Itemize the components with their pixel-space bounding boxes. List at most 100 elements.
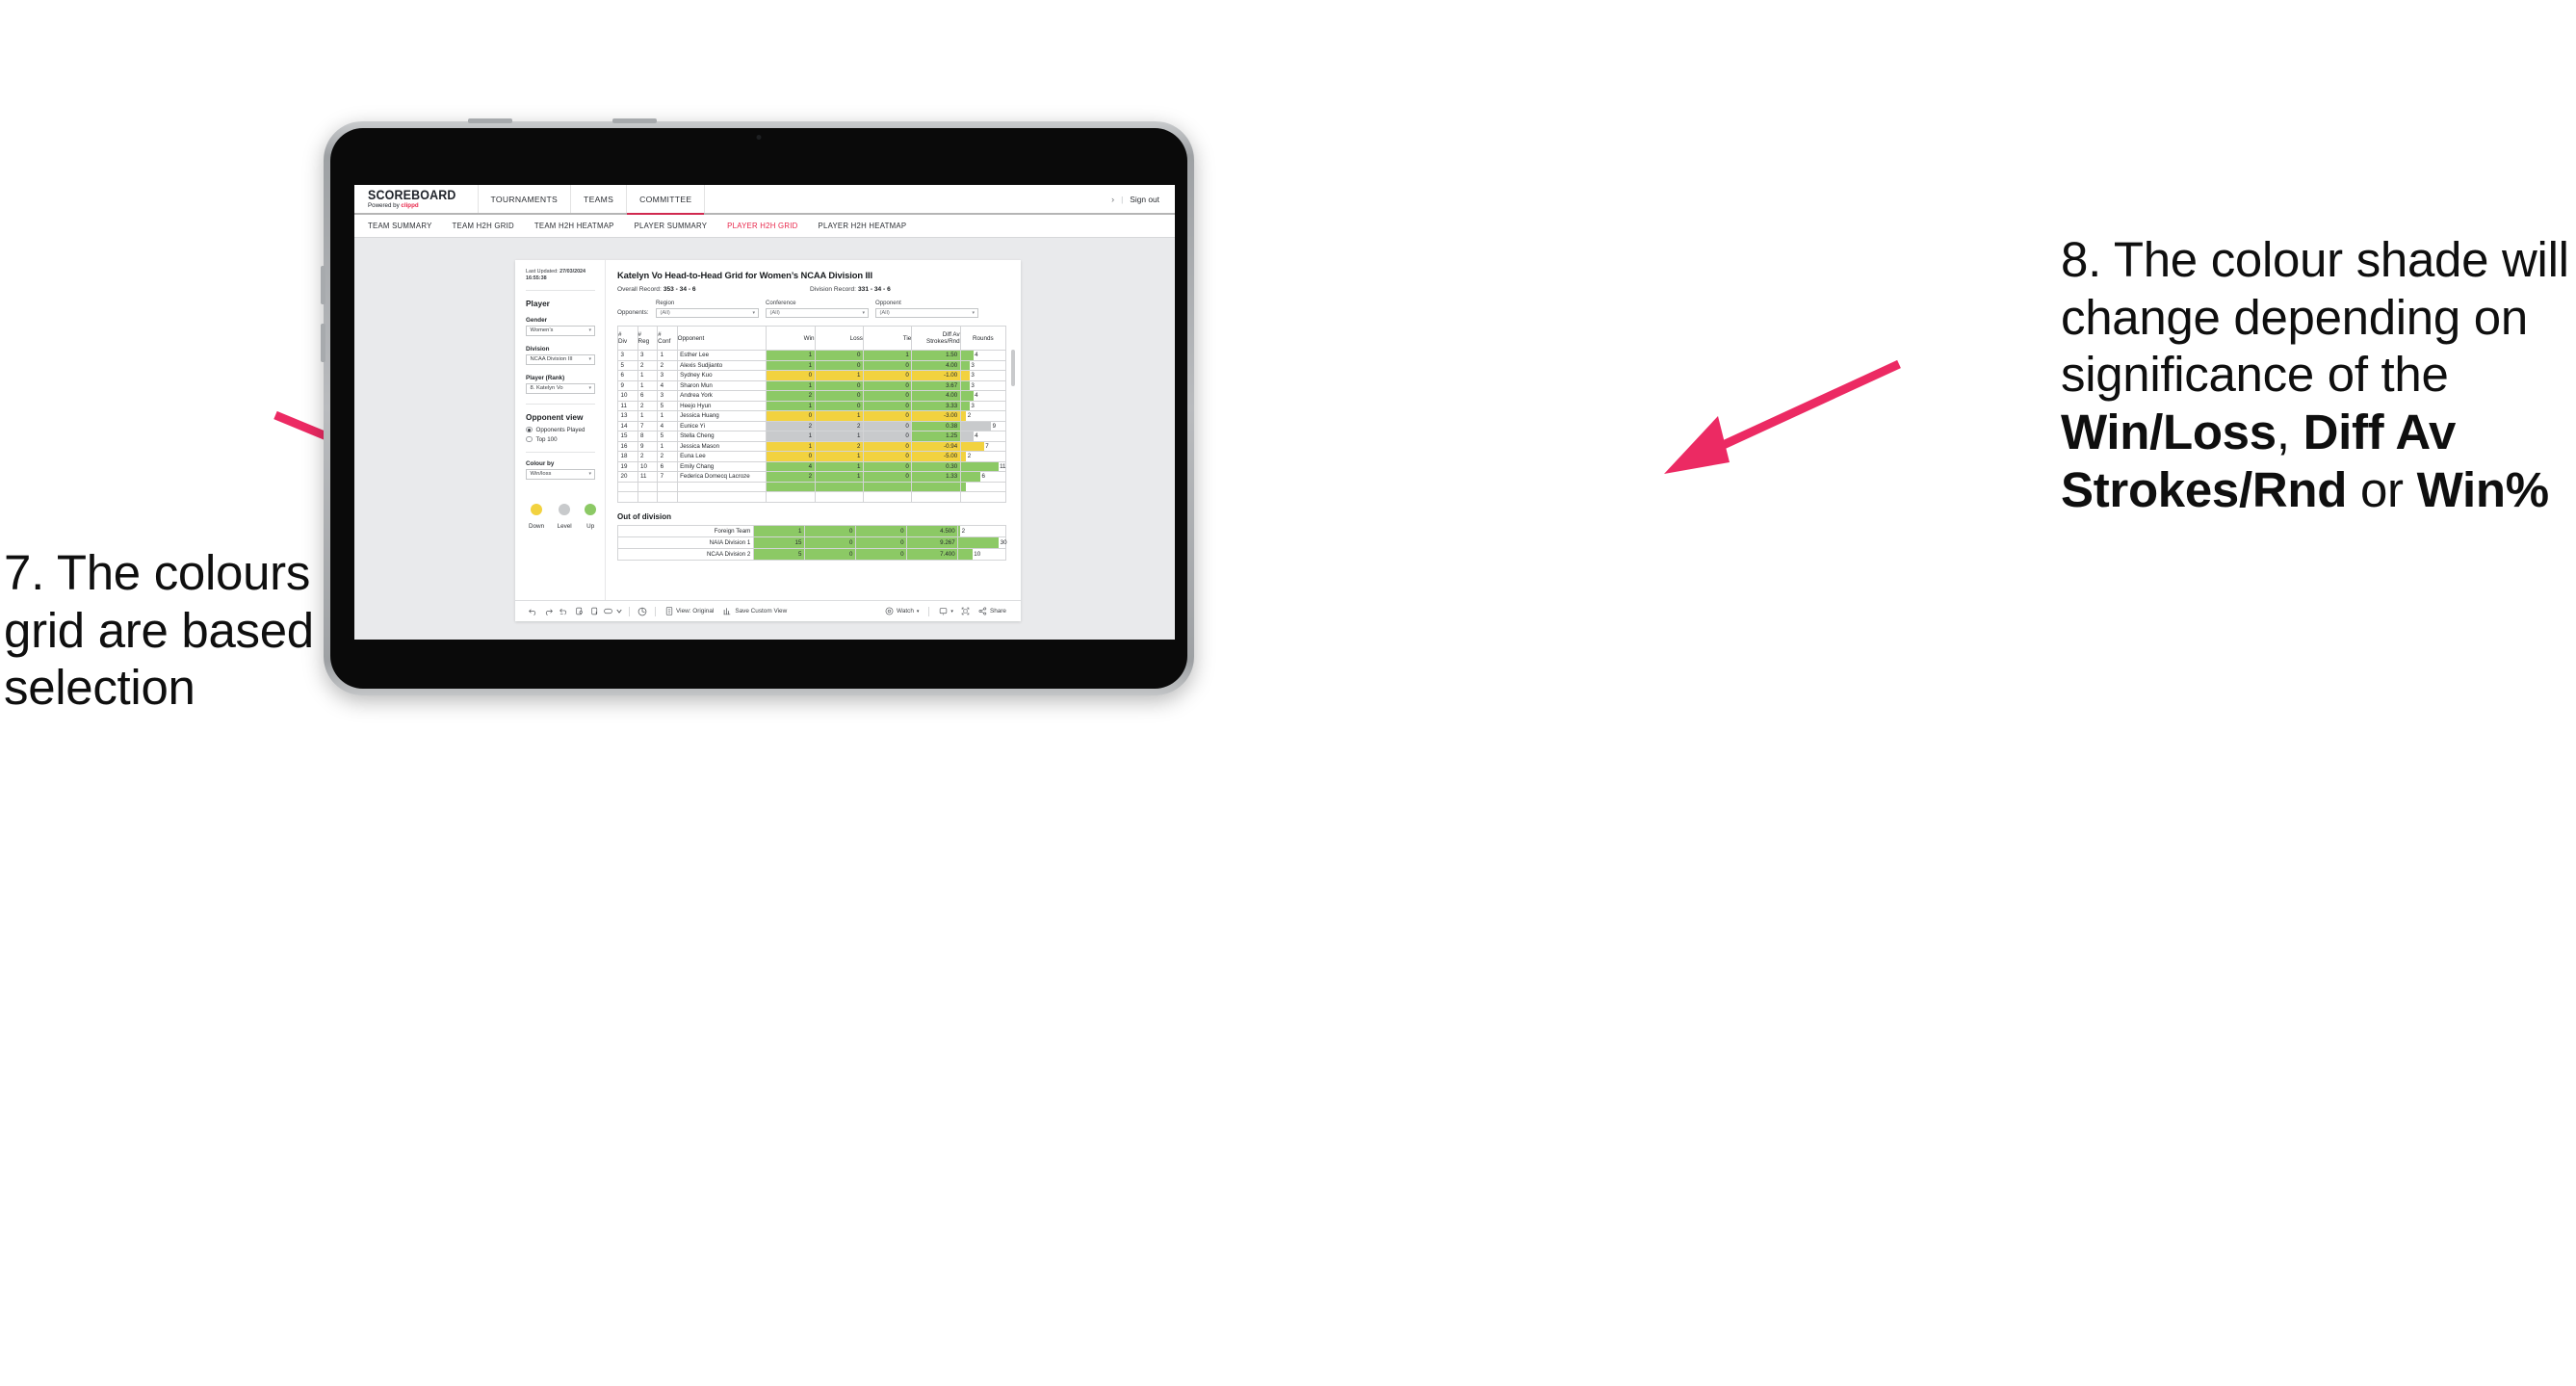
legend-label-level: Level xyxy=(557,522,572,530)
pause-updates-icon[interactable] xyxy=(586,607,602,615)
download-button[interactable]: ▾ xyxy=(934,607,958,615)
rounds-bar xyxy=(960,441,984,451)
dashboard-body: Last Updated: 27/03/2024 16:55:38 Player… xyxy=(515,260,1021,600)
rounds-value: 6 xyxy=(981,473,985,481)
cell-opponent: Emily Chang xyxy=(676,460,768,472)
col-reg: # Reg xyxy=(637,326,659,351)
table-row: 9 1 4 Sharon Mun 1 0 0 3.67 3 xyxy=(617,379,1007,391)
rounds-bar xyxy=(958,548,973,560)
radio-opponents-played[interactable]: Opponents Played xyxy=(526,427,595,433)
brand-logo[interactable]: SCOREBOARD Powered by clippd xyxy=(354,185,479,213)
gender-label: Gender xyxy=(526,316,548,324)
chevron-down-icon[interactable] xyxy=(614,609,624,614)
cell-div: 9 xyxy=(617,379,638,391)
annotation-8-text: 8. The colour shade will change dependin… xyxy=(2061,231,2571,518)
revert-icon[interactable] xyxy=(556,607,571,615)
cell-div: 19 xyxy=(617,460,638,472)
cell-partial xyxy=(766,481,816,492)
subnav-item-player-h2h-heatmap[interactable]: PLAYER H2H HEATMAP xyxy=(819,222,907,230)
primary-navbar: SCOREBOARD Powered by clippd TOURNAMENTS… xyxy=(354,185,1175,215)
cell-rounds: 30 xyxy=(957,536,1007,549)
sign-out-link[interactable]: Sign out xyxy=(1130,195,1159,204)
cell-opponent: Stella Cheng xyxy=(676,431,768,442)
cell-loss: 0 xyxy=(814,350,864,361)
fullscreen-icon[interactable] xyxy=(958,607,974,615)
nav-item-teams[interactable]: TEAMS xyxy=(571,185,628,213)
rounds-bar-cell: 3 xyxy=(960,371,1005,380)
rounds-bar-cell: 4 xyxy=(960,391,1005,401)
table-row: 15 8 5 Stella Cheng 1 1 0 1.25 4 xyxy=(617,431,1007,442)
division-select[interactable]: NCAA Division III ▾ xyxy=(526,354,595,365)
cell-rounds: 10 xyxy=(957,547,1006,561)
rounds-bar-cell: 2 xyxy=(960,452,1005,461)
shape-icon[interactable] xyxy=(602,608,614,615)
subnav-item-team-summary[interactable]: TEAM SUMMARY xyxy=(368,222,432,230)
rounds-value: 7 xyxy=(985,442,989,450)
cell-tie: 0 xyxy=(862,460,913,472)
cell-win: 1 xyxy=(766,440,816,452)
redo-icon[interactable] xyxy=(540,607,556,615)
rounds-bar xyxy=(960,431,974,441)
cell-reg: 10 xyxy=(637,460,659,472)
col-rounds: Rounds xyxy=(959,326,1007,351)
table-vertical-scrollbar[interactable] xyxy=(1011,350,1015,386)
rounds-bar xyxy=(960,380,970,390)
region-select[interactable]: (All) ▾ xyxy=(656,308,759,318)
rounds-value: 10 xyxy=(974,550,981,558)
nav-item-committee[interactable]: COMMITTEE xyxy=(627,185,706,215)
rounds-value: 3 xyxy=(971,361,975,369)
cell-win: 0 xyxy=(766,451,816,462)
opponent-view-title: Opponent view xyxy=(526,411,584,422)
cell-blank xyxy=(814,491,864,503)
undo-icon[interactable] xyxy=(525,607,540,615)
cell-win: 1 xyxy=(766,400,816,411)
refresh-data-icon[interactable] xyxy=(571,607,586,615)
cell-tie: 0 xyxy=(862,370,913,381)
table-header-row: # Div # Reg # Conf Opponent Win Loss Tie Di… xyxy=(617,326,1007,351)
cell-rounds: 2 xyxy=(957,524,1006,537)
table-row: 16 9 1 Jessica Mason 1 2 0 -0.94 7 xyxy=(617,440,1007,452)
last-updated: Last Updated: 27/03/2024 16:55:38 xyxy=(526,269,595,283)
player-rank-select[interactable]: 8. Katelyn Vo ▾ xyxy=(526,383,595,394)
legend-up: Up xyxy=(585,503,597,530)
cell-tie: 0 xyxy=(862,431,913,442)
front-camera-icon xyxy=(756,135,762,140)
subnav-item-player-summary[interactable]: PLAYER SUMMARY xyxy=(635,222,708,230)
gender-select[interactable]: Women’s ▾ xyxy=(526,326,595,336)
subnav-item-team-h2h-grid[interactable]: TEAM H2H GRID xyxy=(453,222,514,230)
cell-diff: 9.267 xyxy=(906,536,959,549)
legend-level: Level xyxy=(557,503,572,530)
cell-win: 0 xyxy=(766,370,816,381)
overall-record-label: Overall Record: xyxy=(617,286,662,293)
watch-button[interactable]: Watch ▾ xyxy=(880,607,924,615)
cell-conf: 1 xyxy=(657,440,678,452)
cell-reg: 1 xyxy=(637,370,659,381)
cell-win: 1 xyxy=(766,431,816,442)
conference-filter: Conference (All) ▾ xyxy=(766,300,869,318)
save-custom-view-button[interactable]: Save Custom View xyxy=(718,607,792,615)
annotation-8-bold-term: Win/Loss xyxy=(2061,404,2277,459)
tablet-screen: SCOREBOARD Powered by clippd TOURNAMENTS… xyxy=(330,128,1187,689)
presentation-icon[interactable] xyxy=(635,607,650,616)
cell-diff: 3.67 xyxy=(911,379,961,391)
cell-reg: 2 xyxy=(637,451,659,462)
cell-opponent: Andrea York xyxy=(676,390,768,402)
radio-top-100[interactable]: Top 100 xyxy=(526,436,595,443)
view-original-button[interactable]: View: Original xyxy=(661,607,718,615)
colour-legend: Down Level Up xyxy=(526,503,597,530)
cell-conf: 4 xyxy=(657,379,678,391)
cell-win: 4 xyxy=(766,460,816,472)
col-diff: Diff Av Strokes/Rnd xyxy=(911,326,961,351)
conference-select[interactable]: (All) ▾ xyxy=(766,308,869,318)
colour-by-select[interactable]: Win/loss ▾ xyxy=(526,469,595,480)
subnav-item-team-h2h-heatmap[interactable]: TEAM H2H HEATMAP xyxy=(534,222,614,230)
toolbar-divider-3 xyxy=(928,606,930,616)
save-custom-view-label: Save Custom View xyxy=(735,608,788,615)
nav-item-tournaments[interactable]: TOURNAMENTS xyxy=(479,185,572,213)
rounds-bar-cell: 3 xyxy=(960,401,1005,410)
subnav-item-player-h2h-grid[interactable]: PLAYER H2H GRID xyxy=(727,222,797,230)
region-value: (All) xyxy=(660,310,670,316)
share-button[interactable]: Share xyxy=(974,607,1011,615)
chevron-right-icon[interactable]: › xyxy=(1111,195,1114,204)
opponent-select[interactable]: (All) ▾ xyxy=(875,308,978,318)
